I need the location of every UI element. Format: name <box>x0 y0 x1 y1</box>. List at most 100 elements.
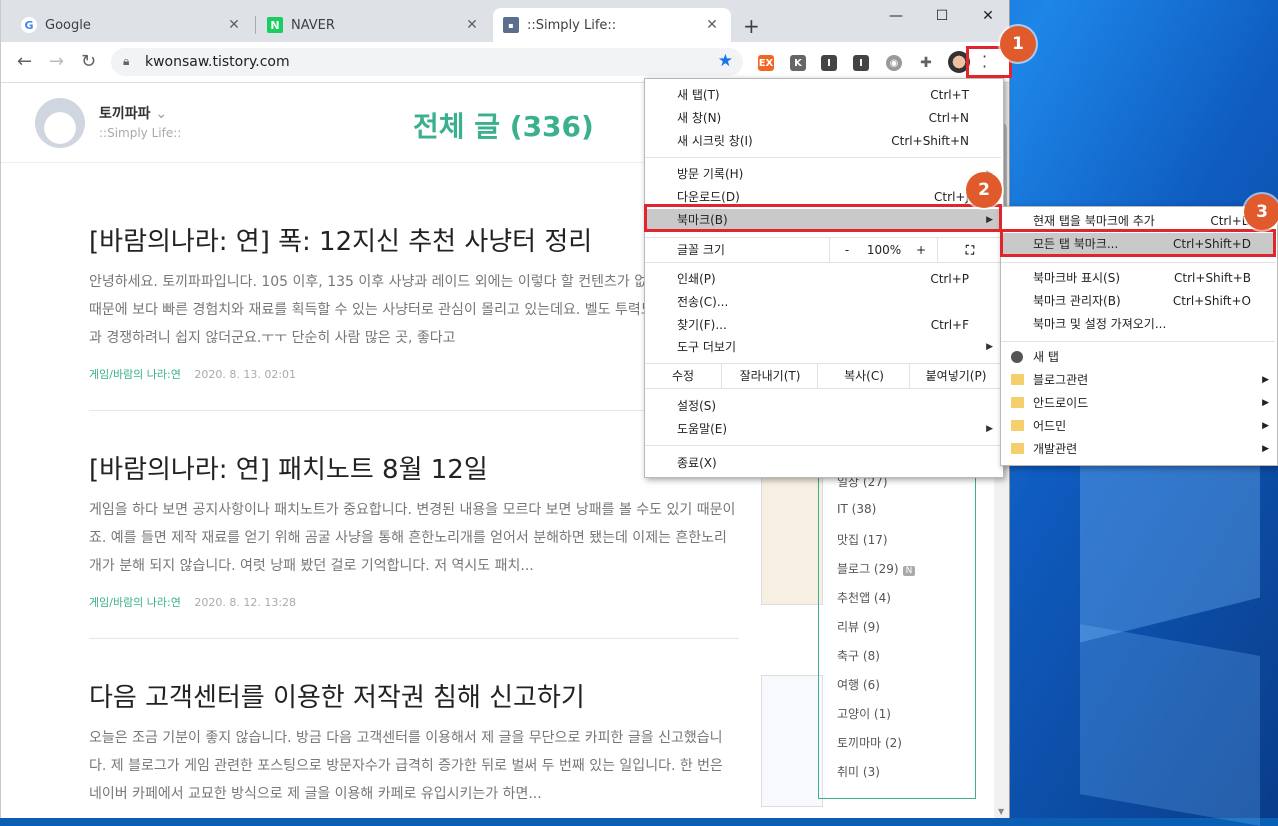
extension-ex-icon[interactable]: EX <box>758 55 774 71</box>
extension-i-icon[interactable]: I <box>853 55 869 71</box>
menu-divider <box>645 445 1001 446</box>
close-icon[interactable]: ✕ <box>463 17 481 33</box>
menu-item-incognito[interactable]: 새 시크릿 창(I) Ctrl+Shift+N <box>645 130 1001 152</box>
menu-item-bookmark-manager[interactable]: 북마크 관리자(B) Ctrl+Shift+O <box>1001 290 1275 313</box>
tab-bar: G Google ✕ N NAVER ✕ ▪ ::Simply Life:: ✕… <box>1 0 1009 42</box>
divider <box>89 638 739 639</box>
category-item[interactable]: IT (38) <box>837 502 876 516</box>
step-badge: 1 <box>1000 26 1036 62</box>
share-icon[interactable]: ◉ <box>886 55 902 71</box>
category-item[interactable]: 블로그 (29) N <box>837 560 916 577</box>
puzzle-icon[interactable]: ✚ <box>918 55 934 71</box>
copy-button[interactable]: 복사(C) <box>817 364 910 388</box>
category-item[interactable]: 축구 (8) <box>837 647 880 664</box>
post-item[interactable]: [바람의나라: 연] 패치노트 8월 12일 게임을 하다 보면 공지사항이나 … <box>89 449 739 610</box>
back-arrow-icon[interactable]: ← <box>17 51 32 72</box>
category-item[interactable]: 취미 (3) <box>837 763 880 780</box>
paste-button[interactable]: 붙여넣기(P) <box>909 364 1002 388</box>
menu-divider <box>1001 341 1275 342</box>
menu-item-new-tab[interactable]: 새 탭(T) Ctrl+T <box>645 84 1001 106</box>
scroll-down-icon[interactable]: ▼ <box>998 807 1004 816</box>
menu-item-cast[interactable]: 전송(C)... <box>645 291 1001 313</box>
reload-icon[interactable]: ↻ <box>81 51 96 72</box>
post-item[interactable]: 다음 고객센터를 이용한 저작권 침해 신고하기 오늘은 조금 기분이 좋지 않… <box>89 677 739 808</box>
zoom-out-button[interactable]: - <box>829 238 864 262</box>
category-item[interactable]: 여행 (6) <box>837 676 880 693</box>
bookmark-folder[interactable]: 블로그관련 ▶ <box>1001 369 1275 392</box>
address-bar[interactable]: 🔒︎ kwonsaw.tistory.com ★ <box>111 48 743 76</box>
menu-item-find[interactable]: 찾기(F)... Ctrl+F <box>645 314 1001 336</box>
post-category[interactable]: 게임/바람의 나라:연 <box>89 596 181 609</box>
post-category[interactable]: 게임/바람의 나라:연 <box>89 368 181 381</box>
new-badge: N <box>902 566 916 576</box>
windows-logo-light <box>1080 624 1260 826</box>
tab-google[interactable]: G Google ✕ <box>11 8 253 42</box>
maximize-button[interactable]: ☐ <box>927 8 957 24</box>
menu-item-exit[interactable]: 종료(X) <box>645 452 1001 474</box>
minimize-button[interactable]: — <box>881 8 911 24</box>
zoom-in-button[interactable]: + <box>905 238 937 262</box>
extension-k-icon[interactable]: K <box>790 55 806 71</box>
new-tab-button[interactable]: + <box>743 14 760 38</box>
category-item[interactable]: 추천앱 (4) <box>837 589 891 606</box>
post-title[interactable]: [바람의나라: 연] 패치노트 8월 12일 <box>89 449 739 486</box>
lock-icon: 🔒︎ <box>123 54 130 68</box>
menu-item-history[interactable]: 방문 기록(H)▶ <box>645 163 1001 185</box>
post-title[interactable]: [바람의나라: 연] 폭: 12지신 추천 사냥터 정리 <box>89 221 739 258</box>
menu-item-show-bookmark-bar[interactable]: 북마크바 표시(S) Ctrl+Shift+B <box>1001 267 1275 290</box>
blog-name[interactable]: 토끼파파 ⌄ <box>99 103 167 123</box>
tab-simply-life[interactable]: ▪ ::Simply Life:: ✕ <box>493 8 731 42</box>
chevron-right-icon: ▶ <box>1262 444 1269 454</box>
category-item[interactable]: 맛집 (17) <box>837 531 888 548</box>
chevron-right-icon: ▶ <box>1262 375 1269 385</box>
menu-item-settings[interactable]: 설정(S) <box>645 395 1001 417</box>
divider <box>89 410 739 411</box>
menu-divider <box>645 157 1001 158</box>
zoom-label: 글꼴 크기 <box>677 243 725 257</box>
post-item[interactable]: [바람의나라: 연] 폭: 12지신 추천 사냥터 정리 안녕하세요. 토끼파파… <box>89 221 739 382</box>
zoom-row: 글꼴 크기 - 100% + ⛶ <box>645 237 1001 263</box>
globe-icon <box>1011 351 1023 363</box>
close-icon[interactable]: ✕ <box>225 17 243 33</box>
menu-item-more-tools[interactable]: 도구 더보기 ▶ <box>645 336 1001 358</box>
folder-icon <box>1011 397 1024 408</box>
folder-icon <box>1011 374 1024 385</box>
forward-arrow-icon[interactable]: → <box>49 51 64 72</box>
bookmark-folder[interactable]: 어드민 ▶ <box>1001 415 1275 438</box>
tab-naver[interactable]: N NAVER ✕ <box>257 8 491 42</box>
category-item[interactable]: 고양이 (1) <box>837 705 891 722</box>
menu-item-new-window[interactable]: 새 창(N) Ctrl+N <box>645 107 1001 129</box>
highlight-box-bookmarks <box>644 204 1002 232</box>
post-title[interactable]: 다음 고객센터를 이용한 저작권 침해 신고하기 <box>89 677 739 714</box>
close-icon[interactable]: ✕ <box>703 17 721 33</box>
extension-i-icon[interactable]: I <box>821 55 837 71</box>
bookmark-folder[interactable]: 개발관련 ▶ <box>1001 438 1275 461</box>
blog-subtitle: ::Simply Life:: <box>99 126 182 140</box>
post-date: 2020. 8. 13. 02:01 <box>194 368 297 381</box>
menu-item-import-bookmarks[interactable]: 북마크 및 설정 가져오기... <box>1001 313 1275 336</box>
category-item[interactable]: 리뷰 (9) <box>837 618 880 635</box>
tistory-icon: ▪ <box>503 17 519 33</box>
menu-item-print[interactable]: 인쇄(P) Ctrl+P <box>645 268 1001 290</box>
fullscreen-icon[interactable]: ⛶ <box>937 238 1002 262</box>
url-text: kwonsaw.tistory.com <box>145 54 290 70</box>
blog-avatar[interactable] <box>35 98 85 148</box>
tab-title: ::Simply Life:: <box>527 17 617 33</box>
menu-item-help[interactable]: 도움말(E) ▶ <box>645 418 1001 440</box>
edit-row: 수정 잘라내기(T) 복사(C) 붙여넣기(P) <box>645 363 1001 389</box>
window-close-button[interactable]: ✕ <box>973 8 1003 24</box>
folder-icon <box>1011 420 1024 431</box>
star-icon[interactable]: ★ <box>718 51 733 71</box>
post-thumbnail[interactable] <box>761 473 823 605</box>
post-excerpt: 안녕하세요. 토끼파파입니다. 105 이후, 135 이후 사냥과 레이드 외… <box>89 274 727 346</box>
step-badge: 3 <box>1244 194 1278 230</box>
post-thumbnail[interactable] <box>761 675 823 807</box>
tab-title: NAVER <box>291 17 335 33</box>
bookmark-new-tab[interactable]: 새 탭 <box>1001 346 1275 369</box>
post-meta: 게임/바람의 나라:연 2020. 8. 12. 13:28 <box>89 594 739 610</box>
bookmark-folder[interactable]: 안드로이드 ▶ <box>1001 392 1275 415</box>
cut-button[interactable]: 잘라내기(T) <box>721 364 818 388</box>
chevron-right-icon: ▶ <box>986 342 993 352</box>
category-item[interactable]: 토끼마마 (2) <box>837 734 902 751</box>
chevron-right-icon: ▶ <box>1262 398 1269 408</box>
